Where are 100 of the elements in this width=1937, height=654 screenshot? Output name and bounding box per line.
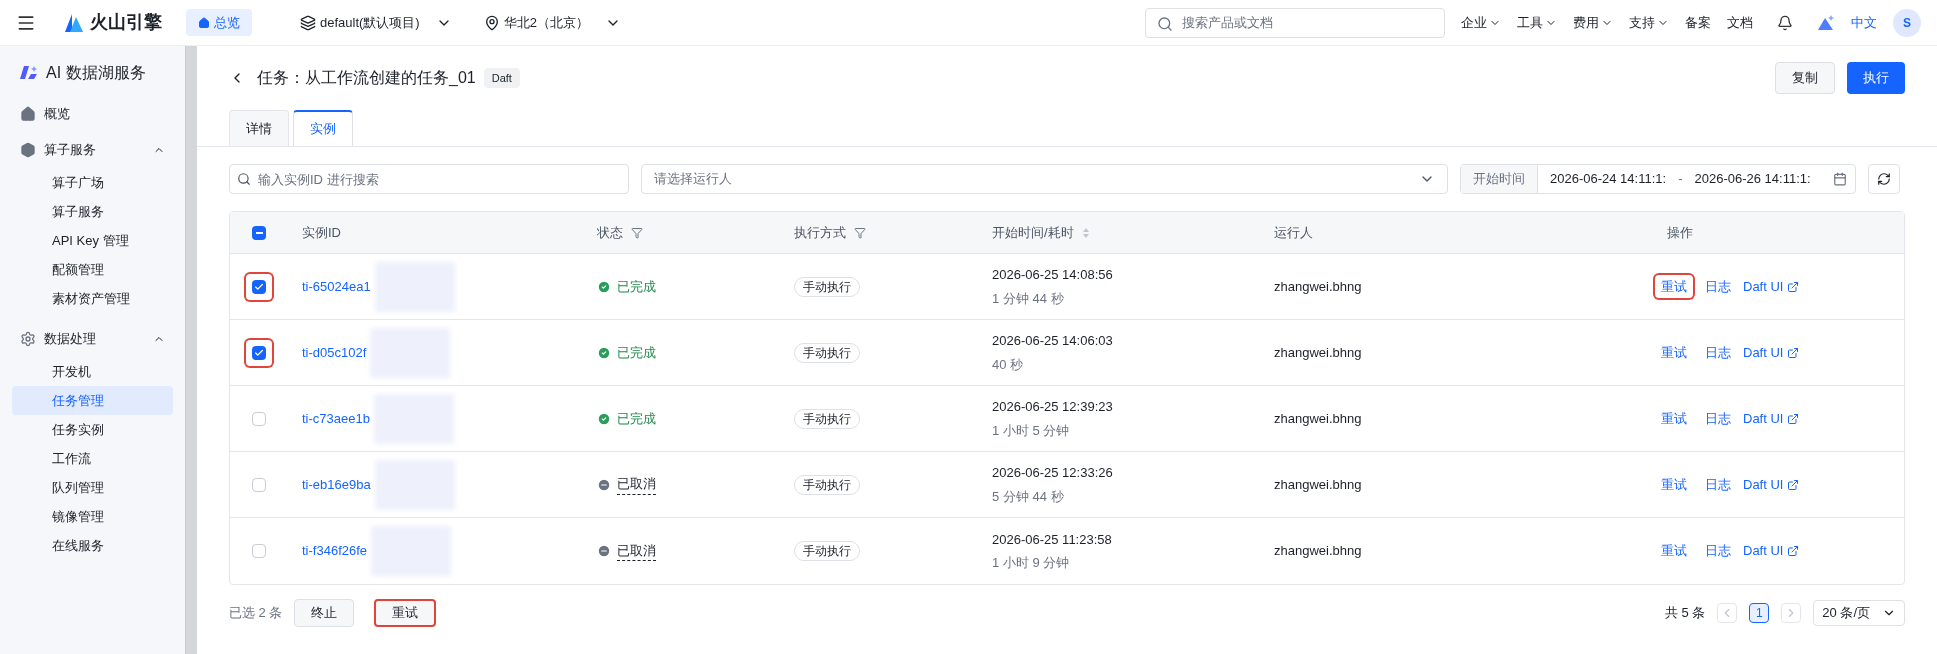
tab[interactable]: 详情 [229,110,289,146]
cancelled-icon [597,477,611,492]
column-header: 开始时间/耗时 [992,223,1074,242]
home-button[interactable]: 总览 [186,8,252,37]
retry-link[interactable]: 重试 [1655,539,1693,563]
log-link[interactable]: 日志 [1705,408,1731,429]
nav-menu-item[interactable]: 文档 [1727,12,1753,33]
secondary-button[interactable]: 复制 [1775,62,1835,94]
layers-icon [300,14,316,31]
sidebar-group[interactable]: 数据处理 [12,321,173,357]
duration: 5 分钟 44 秒 [992,487,1065,506]
sidebar-item[interactable]: API Key 管理 [12,226,173,255]
filter-icon[interactable] [854,226,866,239]
select-all-checkbox[interactable] [252,225,266,240]
start-time: 2026-06-25 12:39:23 [992,398,1114,416]
cancelled-icon [597,544,611,558]
external-ui-link[interactable]: Daft UI [1743,342,1800,363]
sidebar-group[interactable]: 算子服务 [12,132,173,168]
runner-name: zhangwei.bhng [1274,344,1362,360]
hexagon-icon [20,142,36,158]
column-header: 操作 [1667,223,1693,242]
selected-count: 已选 2 条 [229,604,283,623]
column-header: 状态 [597,223,623,242]
nav-menu-item[interactable]: 企业 [1461,12,1501,33]
sidebar-item[interactable]: 队列管理 [12,473,173,502]
column-header: 实例ID [302,223,341,242]
user-avatar[interactable]: S [1893,8,1921,37]
runner-name: zhangwei.bhng [1274,278,1362,294]
sidebar-item[interactable]: 算子广场 [12,168,173,197]
date-range-picker[interactable]: 开始时间 2026-06-24 14:11:1: - 2026-06-26 14:11:1: [1460,164,1856,194]
duration: 1 分钟 44 秒 [992,289,1065,308]
sidebar-item[interactable]: 素材资产管理 [12,284,173,313]
retry-link[interactable]: 重试 [1655,340,1693,365]
log-link[interactable]: 日志 [1705,474,1731,495]
location-icon [483,14,500,31]
success-icon [597,345,611,360]
sidebar-item[interactable]: 工作流 [12,444,173,473]
page-number[interactable]: 1 [1749,603,1770,623]
nav-menu-item[interactable]: 费用 [1573,12,1613,33]
primary-button[interactable]: 执行 [1847,62,1905,94]
sidebar-item[interactable]: 镜像管理 [12,502,173,531]
brand-name: 火山引擎 [90,11,162,34]
retry-link[interactable]: 重试 [1655,472,1693,497]
external-link-icon [1787,478,1800,491]
page-size-select[interactable]: 20 条/页 [1813,600,1905,626]
notification-icon[interactable] [1777,14,1793,31]
calendar-icon [1833,172,1847,186]
logo-icon [20,66,38,80]
start-time: 2026-06-25 14:06:03 [992,332,1114,350]
refresh-button[interactable] [1868,164,1900,194]
gear-icon [20,331,36,347]
log-link[interactable]: 日志 [1705,276,1731,297]
tab[interactable]: 实例 [293,110,353,146]
external-ui-link[interactable]: Daft UI [1743,474,1800,495]
filter-icon[interactable] [631,226,643,239]
logo-icon [64,12,86,33]
external-link-icon [1787,346,1800,359]
external-link-icon [1787,412,1800,425]
region-selector[interactable]: 华北2（北京） [483,12,621,33]
instance-id-link[interactable]: ti-d05c102f [302,342,367,363]
external-ui-link[interactable]: Daft UI [1743,408,1800,429]
start-time: 2026-06-25 14:08:56 [992,266,1114,284]
language-link[interactable]: 中文 [1851,12,1877,33]
status-text: 已完成 [617,409,656,428]
row-checkbox[interactable] [246,273,272,300]
instance-id-link[interactable]: ti-eb16e9ba [302,474,371,495]
external-ui-link[interactable]: Daft UI [1743,276,1800,297]
batch-action-button[interactable]: 重试 [374,599,437,627]
sidebar-item[interactable]: 配额管理 [12,255,173,284]
sidebar-item[interactable]: 在线服务 [12,531,173,560]
nav-menu-item[interactable]: 支持 [1629,12,1669,33]
column-header: 执行方式 [794,223,846,242]
engine-tag: Daft [483,67,520,89]
sidebar-item[interactable]: 开发机 [12,357,173,386]
nav-menu-item[interactable]: 备案 [1685,12,1711,33]
sidebar-item[interactable]: 算子服务 [12,197,173,226]
sidebar-item[interactable]: 任务管理 [12,386,173,415]
row-checkbox[interactable] [246,339,272,366]
sidebar-item[interactable]: 任务实例 [12,415,173,444]
id-search-field[interactable]: 输入实例ID 进行搜索 [229,164,629,194]
external-ui-link[interactable]: Daft UI [1743,541,1800,561]
runner-select[interactable]: 请选择运行人 [641,164,1448,194]
instance-id-link[interactable]: ti-f346f26fe [302,541,368,561]
scroll-bar[interactable] [185,46,197,654]
mountain-icon[interactable] [1817,14,1835,31]
log-link[interactable]: 日志 [1705,541,1731,561]
nav-menu-item[interactable]: 工具 [1517,12,1557,33]
search-icon [1157,15,1173,32]
retry-link[interactable]: 重试 [1655,274,1693,299]
sidebar-group[interactable]: 概览 [12,96,173,132]
project-selector[interactable]: default(默认项目) [300,12,452,33]
log-link[interactable]: 日志 [1705,342,1731,363]
retry-link[interactable]: 重试 [1655,406,1693,431]
success-icon [597,411,611,426]
batch-action-button[interactable]: 终止 [294,599,355,627]
status-text: 已完成 [617,343,656,362]
status-text: 已取消 [617,474,656,495]
instance-id-link[interactable]: ti-c73aee1b [302,408,370,429]
search-field[interactable]: 搜索产品或文档 [1145,7,1445,38]
instance-id-link[interactable]: ti-65024ea1 [302,276,371,297]
